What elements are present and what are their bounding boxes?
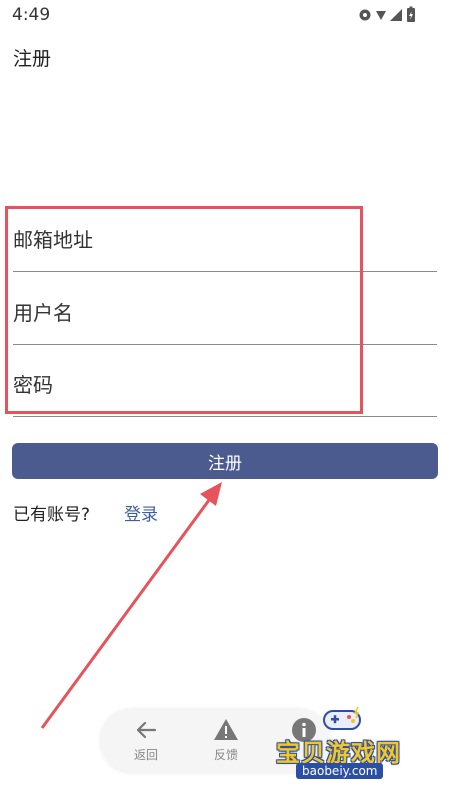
- back-arrow-icon: [136, 721, 157, 739]
- username-field[interactable]: [13, 282, 437, 344]
- login-prompt: 已有账号?: [13, 505, 91, 525]
- status-bar: 4:49: [0, 0, 450, 30]
- email-field-group: [13, 209, 437, 279]
- status-time: 4:49: [12, 5, 51, 25]
- wifi-icon: [376, 11, 386, 20]
- feedback-button[interactable]: 反馈: [194, 708, 258, 772]
- feedback-label: 反馈: [213, 748, 238, 762]
- status-icons: [359, 6, 415, 22]
- password-underline: [13, 416, 437, 417]
- warning-icon: [214, 719, 238, 740]
- gamepad-icon: [323, 706, 361, 730]
- password-field-group: [13, 354, 437, 424]
- username-field-group: [13, 282, 437, 352]
- battery-icon: [407, 6, 415, 22]
- password-field[interactable]: [13, 354, 437, 416]
- email-field[interactable]: [13, 209, 437, 271]
- signal-icon: [390, 9, 402, 21]
- screen: 4:49 注册 邮箱地址 用户名 注册 已有账号? 登录 返回 反馈 宝贝游戏网…: [0, 0, 450, 800]
- page-title: 注册: [13, 48, 52, 70]
- watermark-url: baobeiy.com: [296, 763, 384, 779]
- email-underline: [13, 271, 437, 272]
- username-underline: [13, 344, 437, 345]
- settings-gear-icon: [359, 9, 371, 21]
- back-label: 返回: [133, 748, 158, 762]
- watermark: 宝贝游戏网 baobeiy.com: [268, 705, 428, 785]
- back-button[interactable]: 返回: [114, 708, 178, 772]
- login-link[interactable]: 登录: [124, 500, 158, 525]
- register-button[interactable]: 注册: [12, 443, 438, 479]
